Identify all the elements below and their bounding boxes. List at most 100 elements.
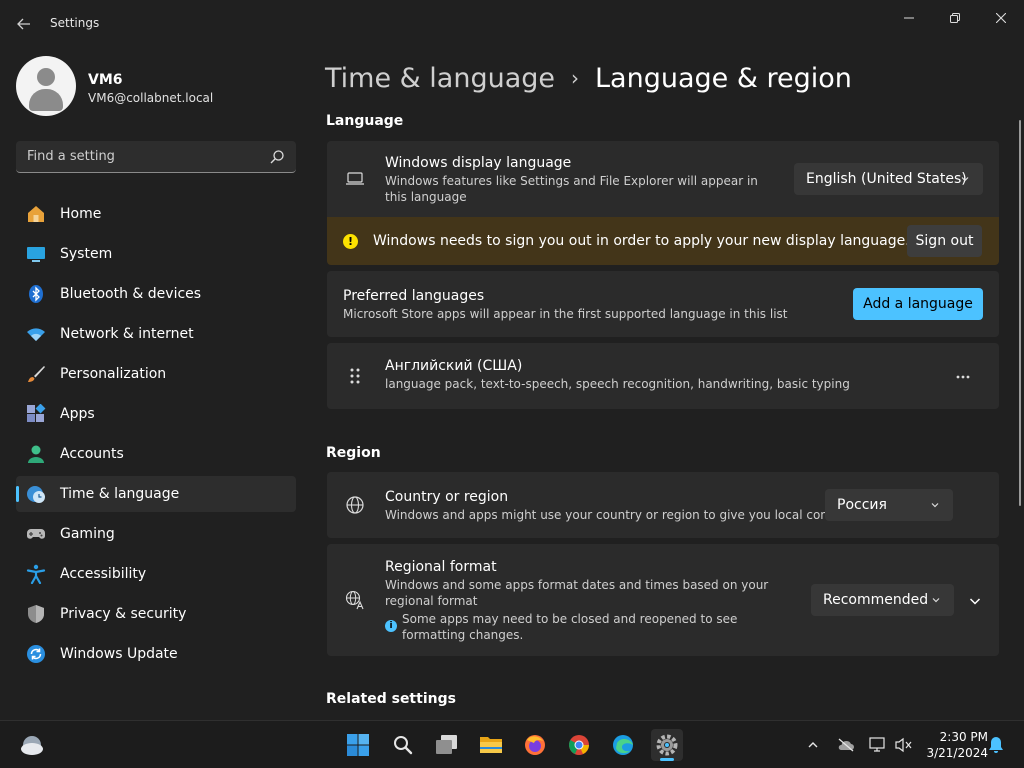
country-region-description: Windows and apps might use your country … [385, 508, 853, 522]
display-language-value: English (United States) [806, 171, 967, 187]
volume-tray[interactable] [894, 735, 914, 755]
user-profile[interactable]: VM6 VM6@collabnet.local [16, 56, 296, 118]
language-format-icon [345, 590, 365, 610]
regional-format-dropdown[interactable]: Recommended [811, 584, 954, 616]
search-icon[interactable] [270, 150, 284, 164]
chevron-up-icon [808, 742, 818, 748]
country-region-title: Country or region [385, 489, 509, 505]
add-language-button[interactable]: Add a language [853, 288, 983, 320]
shield-icon [26, 604, 46, 624]
weather-icon [21, 736, 43, 755]
globe-icon [345, 495, 365, 515]
minimize-button[interactable] [886, 4, 932, 32]
display-language-description: Windows features like Settings and File … [385, 174, 758, 204]
close-button[interactable] [978, 4, 1024, 32]
drag-handle-icon[interactable] [345, 366, 365, 386]
maximize-button[interactable] [932, 4, 978, 32]
sign-out-button[interactable]: Sign out [907, 225, 982, 257]
accessibility-icon [26, 564, 46, 584]
sidebar-item-gaming[interactable]: Gaming [16, 516, 296, 552]
start-button[interactable] [342, 729, 374, 761]
task-view-icon [436, 735, 457, 754]
warning-icon: ! [343, 234, 358, 249]
chrome-icon [569, 735, 589, 755]
cloud-offline-icon [838, 738, 854, 752]
breadcrumb-parent[interactable]: Time & language [325, 63, 555, 94]
file-explorer-icon [480, 737, 502, 753]
network-tray[interactable] [868, 735, 888, 755]
sidebar-item-accounts[interactable]: Accounts [16, 436, 296, 472]
clock-date: 3/21/2024 [926, 746, 988, 760]
search-input[interactable] [16, 141, 256, 172]
bluetooth-icon [26, 284, 46, 304]
sidebar-item-personalization[interactable]: Personalization [16, 356, 296, 392]
sidebar-item-label: Gaming [60, 526, 115, 542]
user-email: VM6@collabnet.local [88, 91, 214, 105]
weather-widget[interactable] [16, 729, 48, 761]
speaker-muted-icon [895, 737, 912, 753]
scroll-thumb[interactable] [1019, 120, 1021, 506]
list-item[interactable]: Английский (США) language pack, text-to-… [327, 343, 999, 409]
show-hidden-icons-button[interactable] [803, 735, 823, 755]
accounts-icon [26, 444, 46, 464]
display-language-dropdown[interactable]: English (United States) [794, 163, 983, 195]
task-view-button[interactable] [431, 729, 463, 761]
more-icon [956, 375, 970, 379]
breadcrumb: Time & language › Language & region [325, 58, 852, 98]
firefox-button[interactable] [519, 729, 551, 761]
sidebar-item-label: Bluetooth & devices [60, 286, 202, 302]
search-icon [394, 736, 413, 755]
chevron-down-icon [969, 598, 981, 605]
sidebar-nav: Home System Bluetooth & devices Network … [16, 196, 296, 676]
regional-format-card: Regional format Windows and some apps fo… [327, 544, 999, 656]
sidebar-item-label: Time & language [60, 486, 180, 502]
edge-icon [613, 735, 633, 755]
sidebar-item-home[interactable]: Home [16, 196, 296, 232]
scrollbar[interactable] [1017, 120, 1023, 506]
close-icon [996, 13, 1006, 23]
expand-button[interactable] [965, 591, 985, 611]
app-title: Settings [50, 16, 100, 30]
sidebar-item-bluetooth[interactable]: Bluetooth & devices [16, 276, 296, 312]
sidebar-item-windows-update[interactable]: Windows Update [16, 636, 296, 672]
installed-language-title: Английский (США) [385, 358, 523, 374]
sign-out-warning-banner: ! Windows needs to sign you out in order… [327, 217, 999, 265]
restore-icon [950, 13, 960, 23]
country-region-dropdown[interactable]: Россия [825, 489, 953, 521]
page-title: Language & region [595, 62, 852, 94]
sidebar-item-network[interactable]: Network & internet [16, 316, 296, 352]
file-explorer-button[interactable] [475, 729, 507, 761]
breadcrumb-separator: › [571, 66, 580, 90]
sidebar-item-label: Personalization [60, 366, 167, 382]
chevron-down-icon [931, 503, 939, 508]
back-button[interactable] [12, 12, 36, 36]
apps-icon [26, 404, 46, 424]
update-icon [26, 644, 46, 664]
sidebar-item-time-language[interactable]: Time & language [16, 476, 296, 512]
taskbar-clock[interactable]: 2:30 PM 3/21/2024 [918, 729, 988, 761]
network-icon [869, 737, 885, 752]
settings-search [16, 141, 296, 173]
edge-button[interactable] [607, 729, 639, 761]
system-icon [26, 244, 46, 264]
regional-format-description: Windows and some apps format dates and t… [385, 578, 769, 608]
chrome-button[interactable] [563, 729, 595, 761]
notifications-button[interactable] [986, 735, 1006, 755]
sidebar-item-apps[interactable]: Apps [16, 396, 296, 432]
onedrive-tray[interactable] [836, 735, 856, 755]
sidebar-item-privacy[interactable]: Privacy & security [16, 596, 296, 632]
info-icon: i [385, 620, 397, 632]
avatar [16, 56, 76, 116]
gamepad-icon [26, 524, 46, 544]
taskbar-search-button[interactable] [387, 729, 419, 761]
title-bar: Settings [0, 0, 1024, 48]
more-options-button[interactable] [947, 367, 979, 387]
firefox-icon [525, 735, 545, 755]
preferred-languages-card: Preferred languages Microsoft Store apps… [327, 271, 999, 337]
sidebar-item-system[interactable]: System [16, 236, 296, 272]
preferred-languages-description: Microsoft Store apps will appear in the … [343, 307, 788, 321]
preferred-languages-title: Preferred languages [343, 288, 485, 304]
sidebar-item-accessibility[interactable]: Accessibility [16, 556, 296, 592]
sidebar-item-label: System [60, 246, 113, 262]
settings-taskbar-button[interactable] [651, 729, 683, 761]
